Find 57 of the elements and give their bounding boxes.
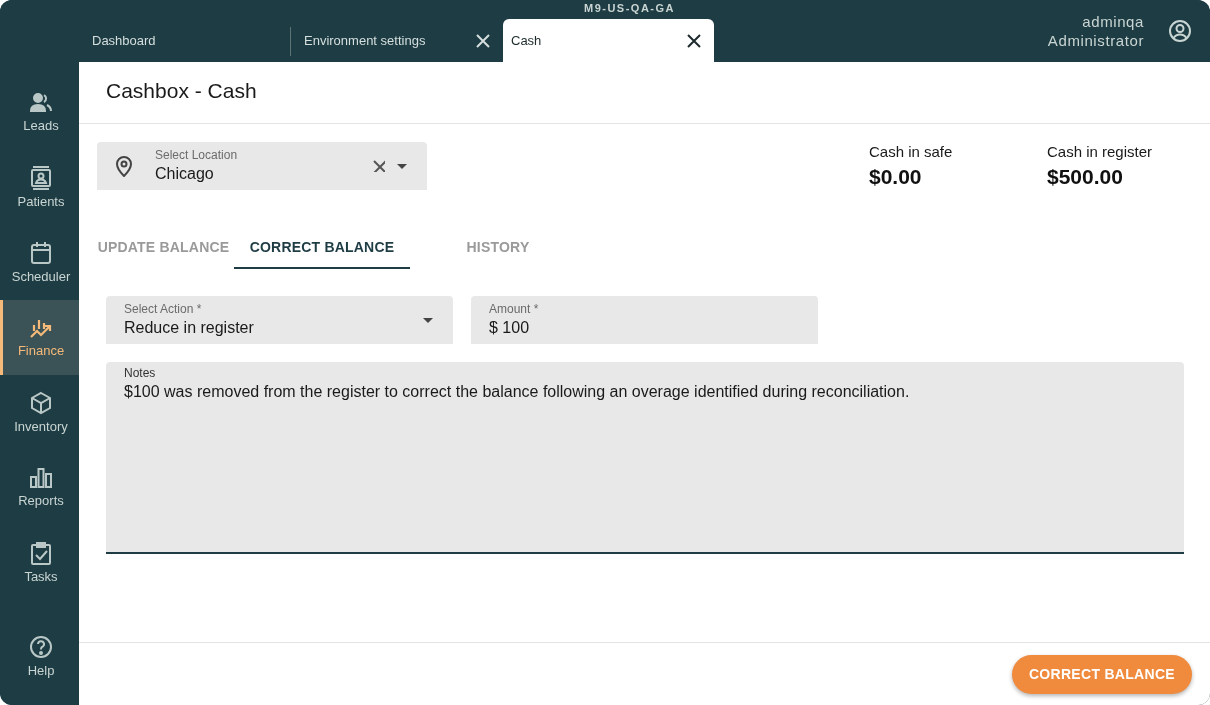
sidebar-item[interactable]: Finance — [0, 300, 79, 375]
location-select[interactable]: Select Location Chicago — [97, 142, 427, 190]
sidebar-item[interactable]: Patients — [0, 150, 79, 225]
sidebar-item[interactable]: Leads — [0, 75, 79, 150]
badge-icon — [30, 166, 52, 190]
bar-chart-icon — [29, 467, 53, 489]
field-label: Amount * — [489, 302, 540, 317]
tab-label: Environment settings — [304, 33, 426, 48]
people-icon — [29, 92, 53, 114]
sidebar-label: Scheduler — [11, 269, 71, 284]
section-tab[interactable]: CORRECT BALANCE — [234, 226, 410, 269]
account-icon[interactable] — [1168, 19, 1192, 43]
sidebar-item[interactable]: Reports — [0, 450, 79, 525]
close-icon[interactable] — [687, 33, 701, 48]
user-name: adminqa — [1082, 12, 1144, 31]
tab[interactable]: Dashboard — [79, 19, 290, 62]
balance-label: Cash in register — [1047, 143, 1154, 160]
field-label: Select Action * — [124, 302, 203, 317]
sidebar-label: Tasks — [24, 569, 58, 584]
notes-field[interactable]: Notes $100 was removed from the register to correct the balance following an overage identified during reconciliation. — [106, 362, 1184, 554]
field-value: Reduce in register — [124, 318, 255, 338]
tab[interactable]: Environment settings — [291, 19, 503, 62]
clipboard-check-icon — [30, 541, 52, 565]
dropdown-caret-icon[interactable] — [423, 317, 433, 323]
sidebar-label: Finance — [17, 343, 65, 358]
field-value: Chicago — [155, 164, 215, 184]
tab-label: Cash — [511, 33, 542, 48]
tab[interactable]: Cash — [503, 19, 714, 62]
help-icon — [29, 634, 53, 659]
tab-label: Dashboard — [92, 33, 156, 48]
location-pin-icon — [115, 155, 133, 177]
action-select[interactable]: Select Action * Reduce in register — [106, 296, 453, 344]
sidebar-label: Patients — [17, 194, 65, 209]
dropdown-caret-icon[interactable] — [397, 163, 407, 169]
field-label: Notes — [124, 366, 157, 380]
sidebar-label: Help — [27, 662, 55, 678]
balance-amount: $0.00 — [869, 164, 923, 190]
sidebar-item[interactable]: Tasks — [0, 525, 79, 600]
user-role: Administrator — [1047, 31, 1144, 50]
balance-amount: $500.00 — [1047, 164, 1124, 190]
sidebar-label: Reports — [18, 493, 64, 508]
amount-field[interactable]: Amount * $ 100 — [471, 296, 818, 344]
sidebar-label: Inventory — [14, 419, 68, 434]
sidebar-label: Leads — [23, 118, 59, 133]
sidebar-item[interactable]: Inventory — [0, 375, 79, 450]
page-title: Cashbox - Cash — [79, 62, 1210, 124]
cube-icon — [30, 391, 52, 415]
field-value: $100 was removed from the register to correct the balance following an overage identified during reconciliation. — [124, 382, 911, 402]
clear-icon[interactable] — [373, 160, 385, 172]
calendar-icon — [30, 241, 52, 265]
sidebar-item[interactable]: Help — [0, 621, 79, 691]
field-value: $ 100 — [489, 318, 531, 338]
sidebar-item[interactable]: Scheduler — [0, 225, 79, 300]
environment-label: M9-US-QA-GA — [583, 2, 676, 14]
chart-icon — [29, 317, 53, 339]
balance-label: Cash in safe — [869, 143, 954, 160]
field-label: Select Location — [155, 148, 239, 163]
